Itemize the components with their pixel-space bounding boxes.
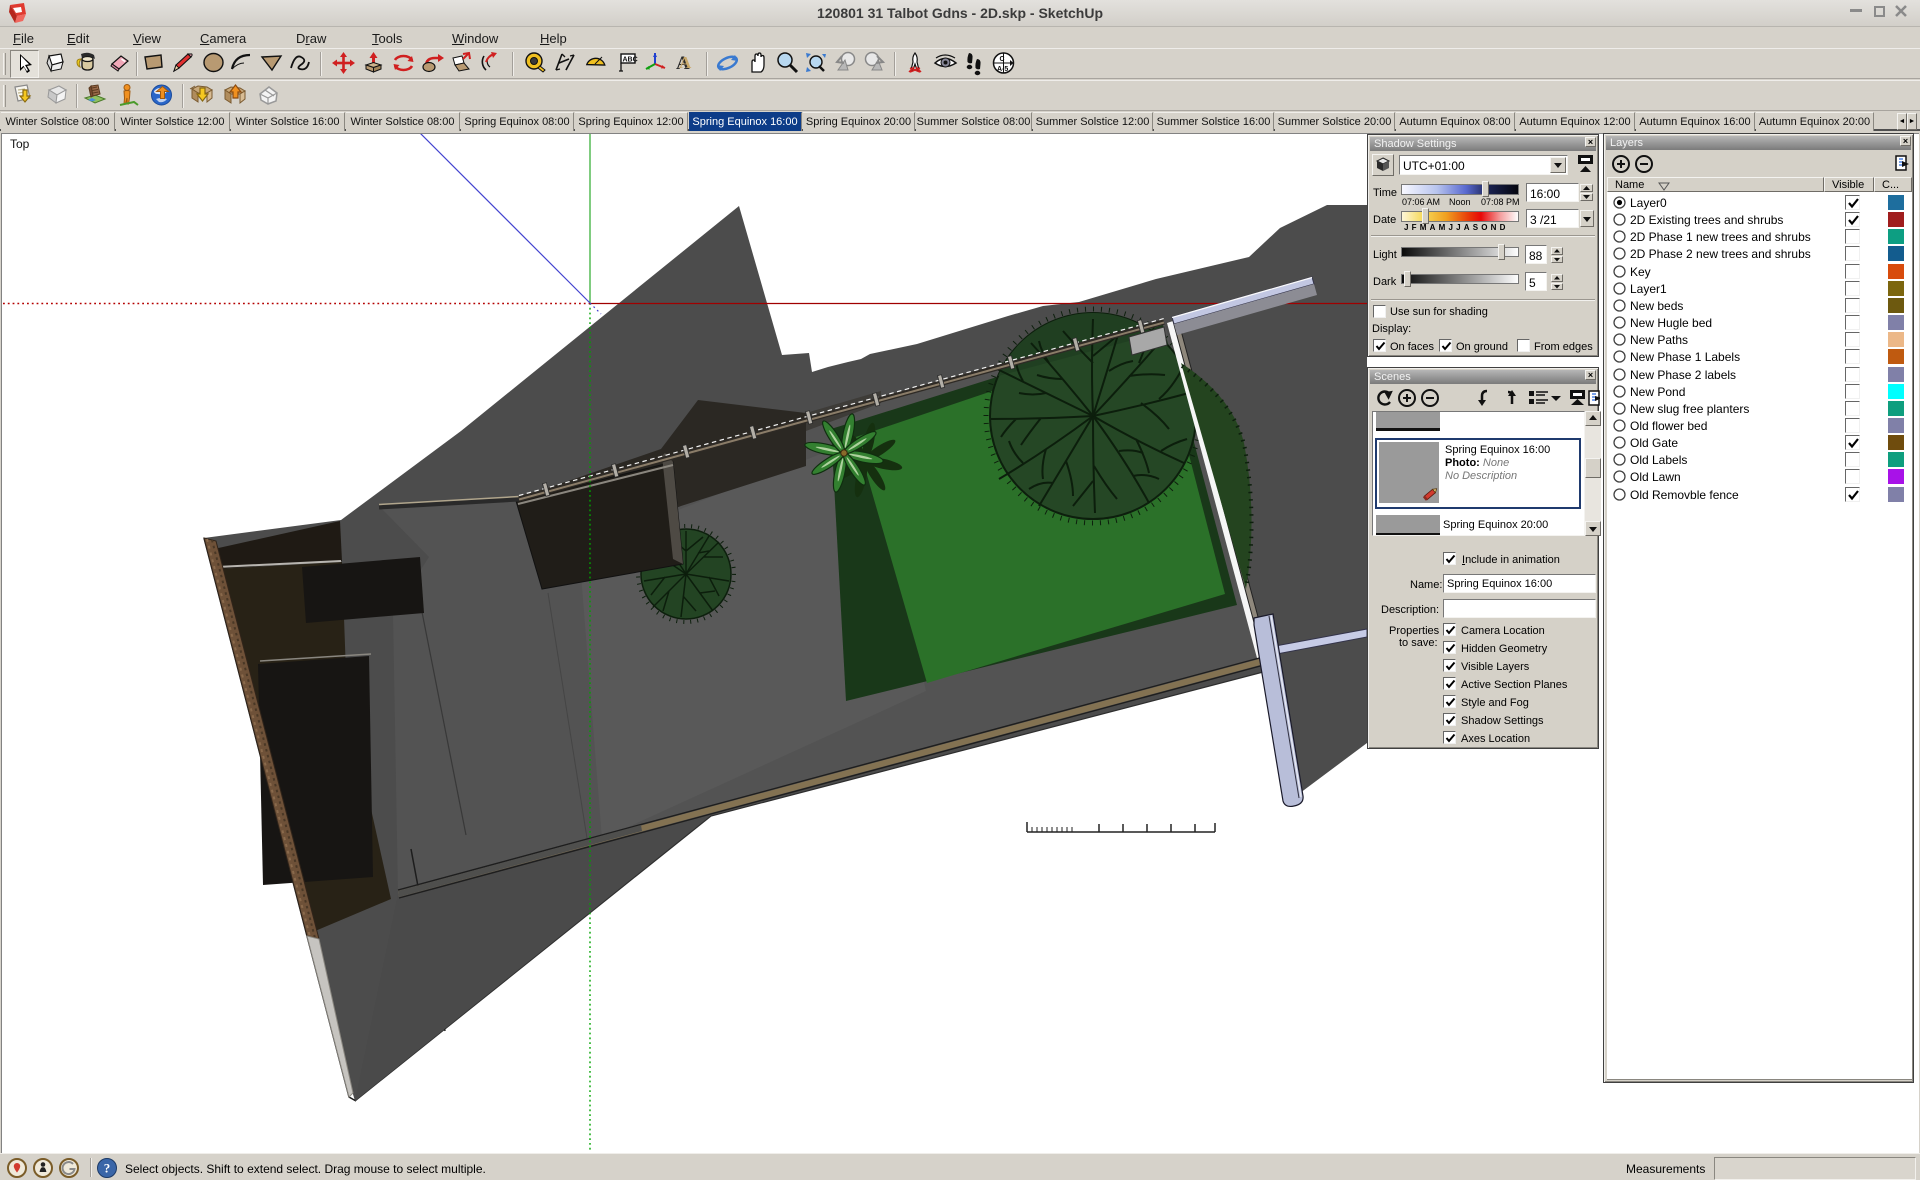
svg-text:A: A xyxy=(679,53,692,72)
svg-text:ABC: ABC xyxy=(623,57,638,64)
svg-text:C: C xyxy=(1000,56,1005,63)
svg-text:A-5: A-5 xyxy=(997,66,1008,73)
svg-text:?: ? xyxy=(104,1161,111,1176)
